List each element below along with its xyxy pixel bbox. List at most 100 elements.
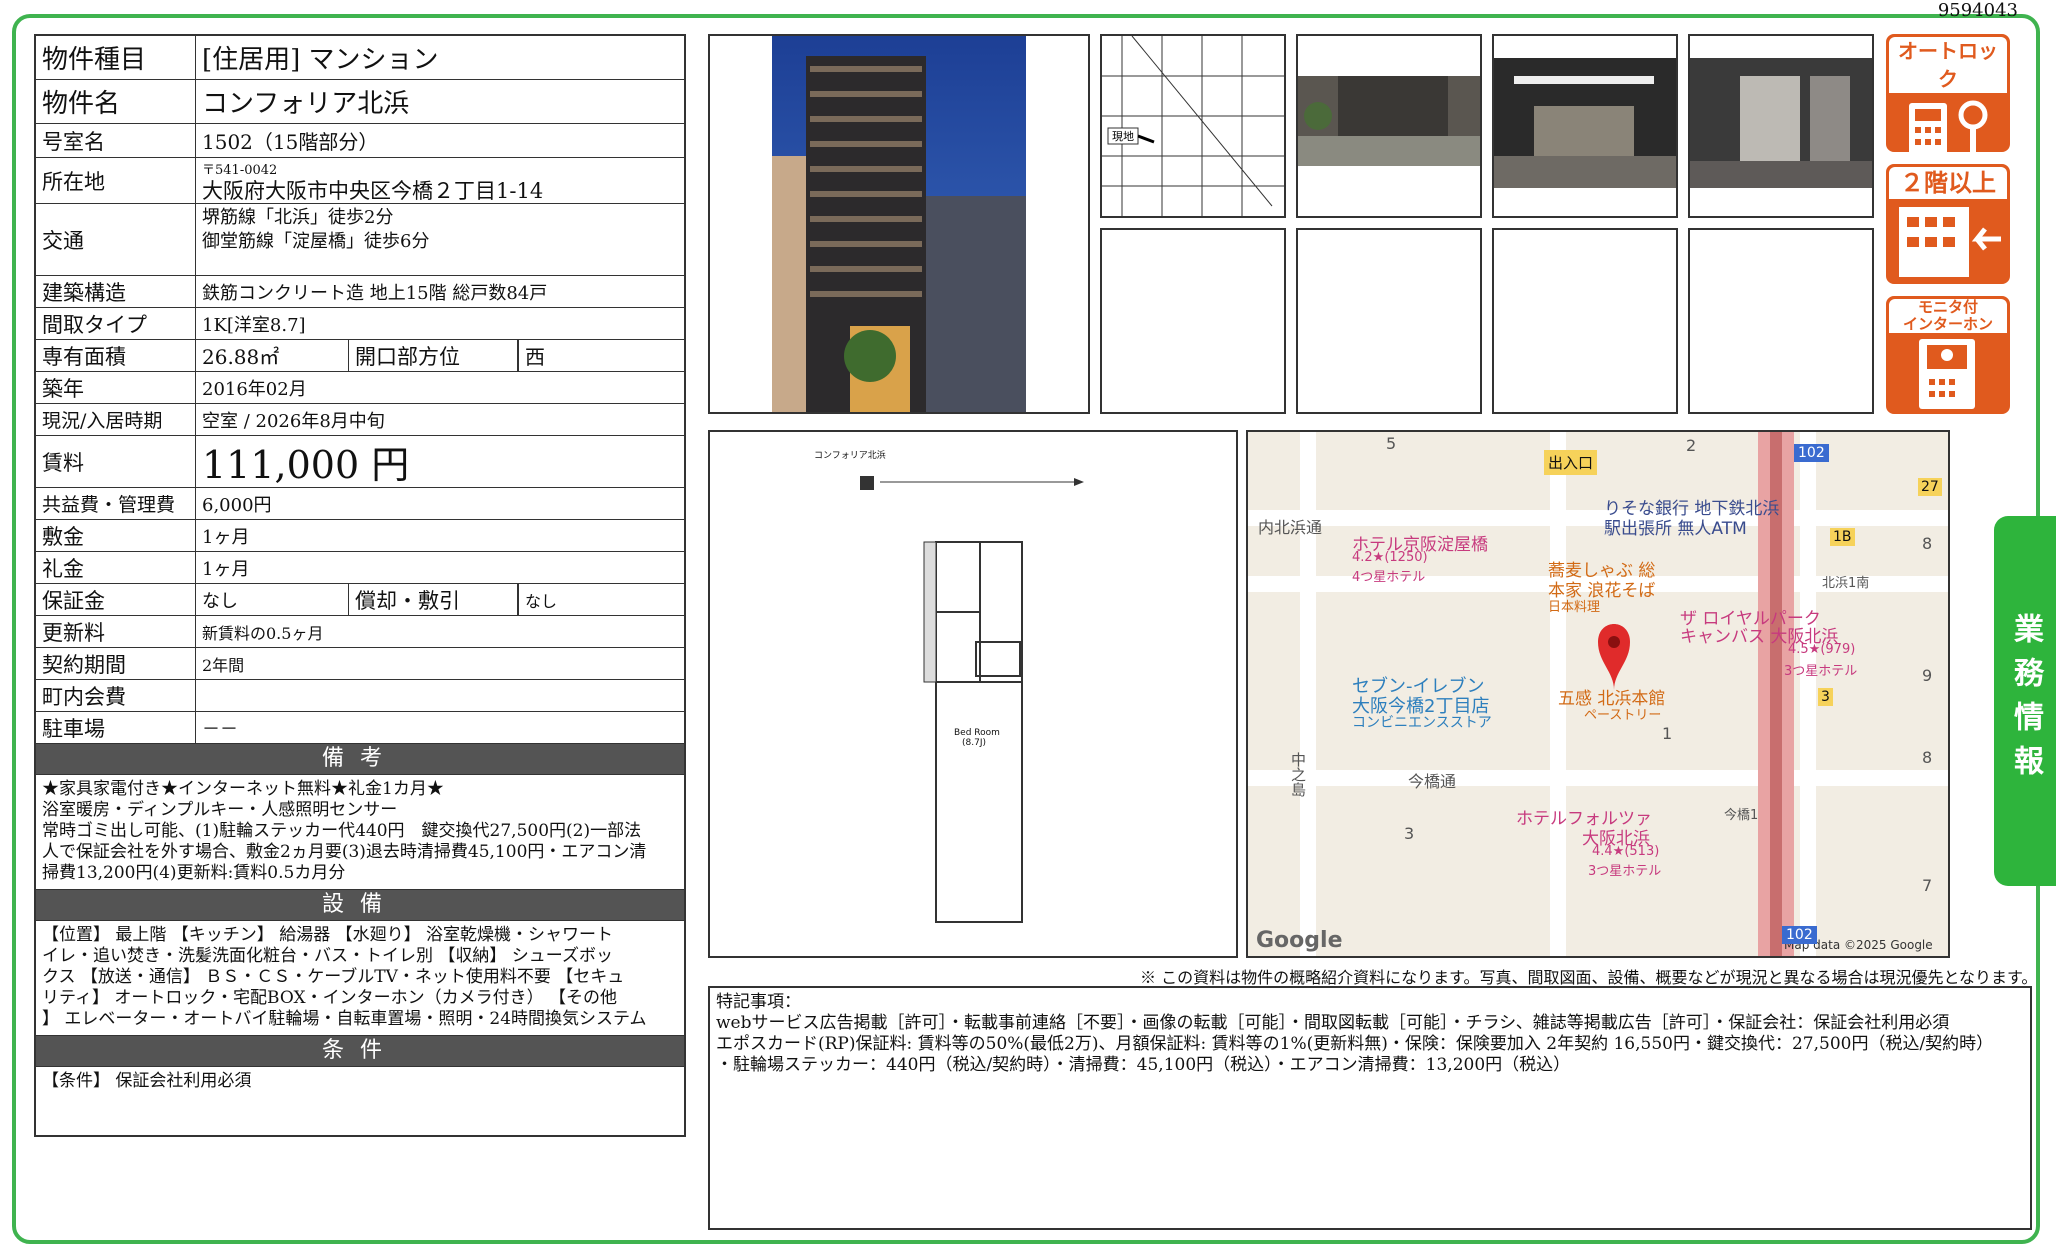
equipment-line: クス 【放送・通信】 ＢＳ・ＣＳ・ケーブルTV・ネット使用料不要 【セキュ <box>42 967 625 987</box>
map-number: 8 <box>1922 534 1933 553</box>
map-label: 3つ星ホテル <box>1588 864 1662 879</box>
renewal-value: 新賃料の0.5ヶ月 <box>202 623 324 643</box>
term-value: 2年間 <box>202 655 245 675</box>
location-minimap: 現地 <box>1100 34 1286 218</box>
direction-label: 開口部方位 <box>348 340 518 371</box>
equipment-line: リティ】 オートロック・宅配BOX・インターホン（カメラ付き） 【その他 <box>42 988 617 1008</box>
room-label: 号室名 <box>36 124 196 157</box>
map-label: 内北浜通 <box>1258 518 1323 537</box>
structure-label: 建築構造 <box>36 276 196 307</box>
rent-label: 賃料 <box>36 436 196 487</box>
address-value: 大阪府大阪市中央区今橋２丁目1-14 <box>202 178 544 203</box>
map-number: 3 <box>1818 688 1833 706</box>
parking-value: －－ <box>202 718 238 740</box>
area-value: 26.88㎡ <box>202 345 280 369</box>
fee-label: 共益費・管理費 <box>36 488 196 519</box>
equipment-heading: 設備 <box>36 890 684 921</box>
equipment-line: 】 エレベーター・オートバイ駐輪場・自転車置場・照明・24時間換気システム <box>42 1009 647 1029</box>
monitor-intercom-icon: モニタ付 インターホン <box>1886 296 2010 414</box>
keymoney-value: 1ヶ月 <box>202 558 250 580</box>
map-number: 1B <box>1830 528 1855 546</box>
town-label: 町内会費 <box>36 680 196 711</box>
status-label: 現況/入居時期 <box>36 404 196 435</box>
name-value: コンフォリア北浜 <box>202 89 410 119</box>
amort-label: 償却・敷引 <box>348 584 518 615</box>
guarantee-value: なし <box>202 590 238 612</box>
map-label: 今橋1 <box>1724 808 1759 823</box>
equipment-line: イレ・追い焚き・洗髪洗面化粧台・バス・トイレ別 【収納】 シューズボッ <box>42 946 613 966</box>
rent-value: 111,000 円 <box>202 443 410 487</box>
hallway-photo <box>1688 34 1874 218</box>
autolock-icon: オートロック <box>1886 34 2010 165</box>
map-label: 4.2★(1250) <box>1352 550 1428 565</box>
parking-label: 駐車場 <box>36 712 196 743</box>
remarks-line: ★家具家電付き★インターネット無料★礼金1カ月★ <box>42 779 444 799</box>
property-id: 9594043 <box>1937 0 2018 21</box>
remarks-line: 人で保証会社を外す場合、敷金2ヵ月要(3)退去時清掃費45,100円・エアコン清 <box>42 842 647 862</box>
special-notes-line: ・駐輪場ステッカー：440円（税込/契約時）・清掃費：45,100円（税込）・エ… <box>716 1055 1571 1075</box>
bedroom-label: Bed Room <box>954 728 1000 738</box>
map-number: 27 <box>1918 478 1942 496</box>
type-label: 物件種目 <box>36 36 196 79</box>
floorplan: コンフォリア北浜 Bed Room (8.7J) <box>708 430 1238 958</box>
map-number: 3 <box>1404 824 1415 843</box>
empty-photo-slot <box>1688 228 1874 414</box>
second-floor-label: ２階以上 <box>1889 167 2007 199</box>
disclaimer-note: ※ この資料は物件の概略紹介資料になります。写真、間取図面、設備、概要などが現況… <box>1140 968 2038 987</box>
map-number: 102 <box>1782 926 1817 944</box>
transit-line-2: 御堂筋線「淀屋橋」徒歩6分 <box>202 231 430 252</box>
status-value: 空室 / 2026年8月中旬 <box>202 410 385 432</box>
postal-code: 〒541-0042 <box>202 162 278 178</box>
built-value: 2016年02月 <box>202 378 307 400</box>
type-value: [住居用] マンション <box>202 45 439 75</box>
business-info-tab[interactable]: 業務情報 <box>1994 516 2056 886</box>
amort-value: なし <box>518 584 684 615</box>
empty-photo-slot <box>1492 228 1678 414</box>
map-label: 出入口 <box>1544 450 1598 475</box>
minimap-location-label: 現地 <box>1112 130 1134 143</box>
map-number: 8 <box>1922 748 1933 767</box>
renewal-label: 更新料 <box>36 616 196 647</box>
area-map: 出入口 りそな銀行 地下鉄北浜 駅出張所 無人ATM 内北浜通 ホテル京阪淀屋橋… <box>1246 430 1950 958</box>
map-number: 1 <box>1662 724 1673 743</box>
property-table: 物件種目 [住居用] マンション 物件名 コンフォリア北浜 号室名 1502（15階部… <box>34 34 686 1137</box>
entrance-photo <box>1492 34 1678 218</box>
bedroom-size: (8.7J) <box>962 738 986 748</box>
map-label: 駅出張所 無人ATM <box>1604 519 1747 539</box>
map-label: 北浜1南 <box>1822 576 1870 591</box>
map-label: 今橋通 <box>1408 772 1457 791</box>
map-label: 4つ星ホテル <box>1352 570 1426 585</box>
special-notes-heading: 特記事項： <box>716 992 801 1012</box>
town-value <box>196 680 684 711</box>
map-number: 9 <box>1922 666 1933 685</box>
autolock-label: オートロック <box>1889 37 2007 93</box>
built-label: 築年 <box>36 372 196 403</box>
map-number: 5 <box>1386 434 1397 453</box>
exterior-photo <box>1296 34 1482 218</box>
remarks-line: 掃費13,200円(4)更新料:賃料0.5カ月分 <box>42 863 346 883</box>
remarks-line: 常時ゴミ出し可能、(1)駐輪ステッカー代440円 鍵交換代27,500円(2)一… <box>42 821 642 841</box>
map-label: 4.5★(979) <box>1788 642 1856 657</box>
conditions-text: 【条件】 保証会社利用必須 <box>42 1071 252 1091</box>
transit-line-1: 堺筋線「北浜」徒歩2分 <box>202 207 394 228</box>
map-label: 4.4★(513) <box>1592 844 1660 859</box>
conditions-heading: 条件 <box>36 1036 684 1067</box>
building-photo <box>708 34 1090 414</box>
map-label: 中之島 <box>1289 752 1307 797</box>
layout-value: 1K[洋室8.7] <box>202 314 306 336</box>
deposit-label: 敷金 <box>36 520 196 551</box>
deposit-value: 1ヶ月 <box>202 526 250 548</box>
equipment-line: 【位置】 最上階 【キッチン】 給湯器 【水廻り】 浴室乾燥機・シャワート <box>42 925 614 945</box>
term-label: 契約期間 <box>36 648 196 679</box>
map-label: 日本料理 <box>1548 600 1601 615</box>
address-label: 所在地 <box>36 158 196 203</box>
google-logo: Google <box>1256 928 1343 953</box>
direction-value: 西 <box>518 340 684 371</box>
empty-photo-slot <box>1100 228 1286 414</box>
remarks-body: ★家具家電付き★インターネット無料★礼金1カ月★ 浴室暖房・ディンプルキー・人感… <box>36 775 684 890</box>
remarks-line: 浴室暖房・ディンプルキー・人感照明センサー <box>42 800 398 820</box>
second-floor-icon: ２階以上 <box>1886 164 2010 284</box>
monitor-intercom-label: モニタ付 インターホン <box>1889 299 2007 333</box>
guarantee-label: 保証金 <box>36 584 196 615</box>
map-label: コンビニエンスストア <box>1352 715 1492 731</box>
